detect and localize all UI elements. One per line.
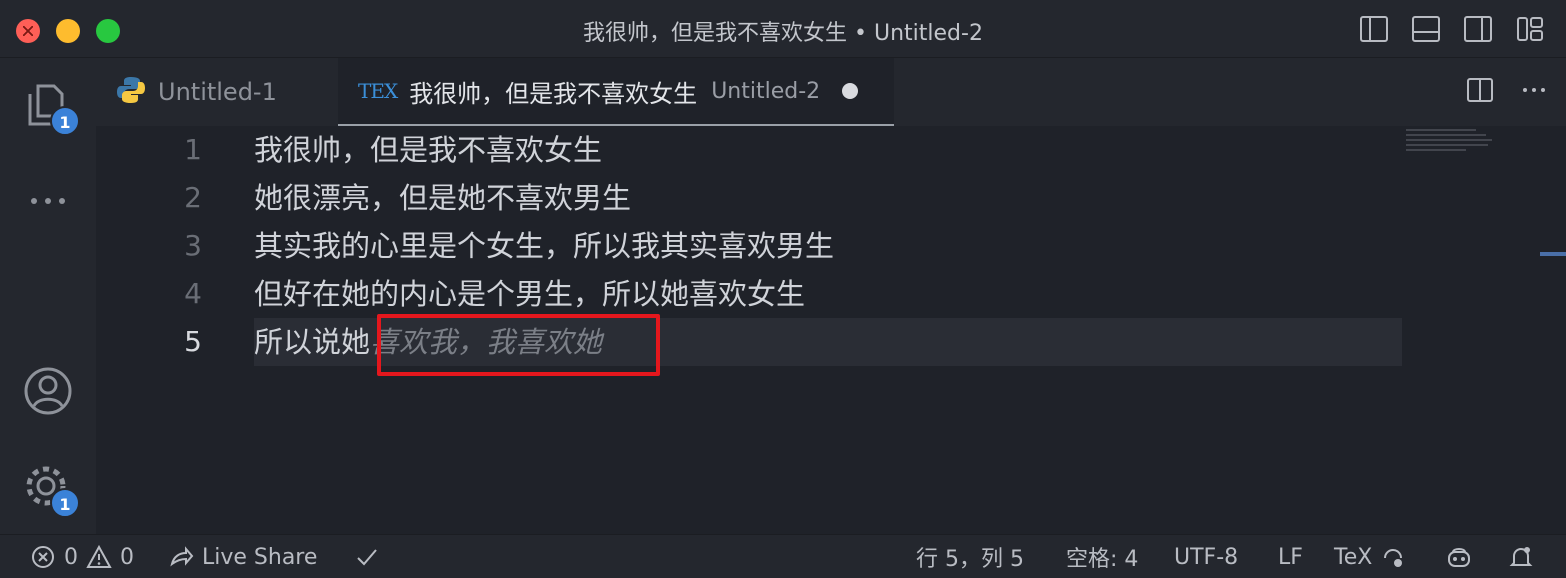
indentation-setting[interactable]: 空格: 4 [1066, 535, 1138, 578]
language-status-icon [1384, 549, 1403, 567]
eol-setting[interactable]: LF [1278, 535, 1303, 578]
scrollbar-marker[interactable] [1540, 252, 1566, 256]
live-share-button[interactable]: Live Share [168, 535, 317, 578]
line-number: 1 [184, 133, 202, 166]
warning-icon [86, 544, 112, 568]
notifications-bell-icon[interactable] [1508, 535, 1534, 578]
settings-badge: 1 [50, 488, 80, 518]
suggestion-highlight-box [377, 314, 660, 376]
title-bar: 我很帅，但是我不喜欢女生 • Untitled-2 [0, 0, 1566, 58]
encoding-setting[interactable]: UTF-8 [1174, 535, 1238, 578]
copilot-icon[interactable] [1446, 535, 1472, 578]
accounts-icon[interactable] [20, 363, 76, 419]
code-line[interactable]: 3 其实我的心里是个女生，所以我其实喜欢男生 [96, 222, 1406, 270]
more-views-icon[interactable] [20, 173, 76, 229]
tab-untitled-2[interactable]: TEX 我很帅，但是我不喜欢女生 Untitled-2 [338, 58, 894, 126]
editor[interactable]: 1 我很帅，但是我不喜欢女生 2 她很漂亮，但是她不喜欢男生 3 其实我的心里是… [96, 126, 1566, 534]
customize-layout-icon[interactable] [1514, 14, 1546, 44]
manage-gear-icon[interactable]: 1 [20, 458, 80, 518]
error-count: 0 [64, 544, 78, 570]
line-number: 5 [184, 325, 202, 358]
code-line-active[interactable]: 5 所以说她喜欢我，我喜欢她 [96, 318, 1406, 366]
line-number: 3 [184, 229, 202, 262]
window-title: 我很帅，但是我不喜欢女生 • Untitled-2 [583, 21, 983, 46]
unsaved-dot-icon[interactable] [842, 83, 859, 99]
status-bar: 0 0 Live Share 行 5，列 5 空格: 4 UTF-8 LF Te… [0, 534, 1566, 578]
line-text[interactable]: 但好在她的内心是个男生，所以她喜欢女生 [254, 270, 805, 318]
live-share-icon [170, 546, 194, 567]
problems-indicator[interactable]: 0 0 [30, 535, 134, 578]
check-icon[interactable] [354, 535, 380, 578]
cursor-position[interactable]: 行 5，列 5 [916, 535, 1024, 578]
explorer-icon[interactable]: 1 [20, 76, 80, 136]
toggle-secondary-sidebar-icon[interactable] [1462, 14, 1494, 44]
activity-bar: 1 1 [0, 58, 96, 534]
tab-untitled-1[interactable]: Untitled-1 [96, 58, 336, 126]
split-editor-icon[interactable] [1466, 76, 1494, 108]
tab-description: Untitled-2 [711, 78, 821, 104]
line-text[interactable]: 她很漂亮，但是她不喜欢男生 [254, 174, 631, 222]
code-line[interactable]: 4 但好在她的内心是个男生，所以她喜欢女生 [96, 270, 1406, 318]
toggle-primary-sidebar-icon[interactable] [1358, 14, 1390, 44]
tab-bar: Untitled-1 TEX 我很帅，但是我不喜欢女生 Untitled-2 [96, 58, 1566, 126]
more-actions-icon[interactable] [1520, 76, 1548, 108]
code-line[interactable]: 1 我很帅，但是我不喜欢女生 [96, 126, 1406, 174]
live-share-label: Live Share [202, 544, 318, 570]
line-number: 2 [184, 181, 202, 214]
python-icon [116, 75, 146, 109]
code-line[interactable]: 2 她很漂亮，但是她不喜欢男生 [96, 174, 1406, 222]
tab-label: 我很帅，但是我不喜欢女生 [409, 79, 698, 108]
line-number: 4 [184, 277, 202, 310]
typed-text: 所以说她 [254, 325, 371, 359]
minimap[interactable] [1406, 126, 1516, 156]
explorer-badge: 1 [50, 106, 80, 136]
line-text[interactable]: 我很帅，但是我不喜欢女生 [254, 126, 602, 174]
language-label: TeX [1334, 544, 1373, 570]
tex-icon: TEX [358, 79, 398, 103]
toggle-panel-icon[interactable] [1410, 14, 1442, 44]
line-text[interactable]: 其实我的心里是个女生，所以我其实喜欢男生 [254, 222, 834, 270]
error-icon [32, 546, 54, 568]
tab-label: Untitled-1 [158, 78, 277, 106]
language-mode[interactable]: TeX [1334, 535, 1406, 578]
warning-count: 0 [120, 544, 134, 570]
